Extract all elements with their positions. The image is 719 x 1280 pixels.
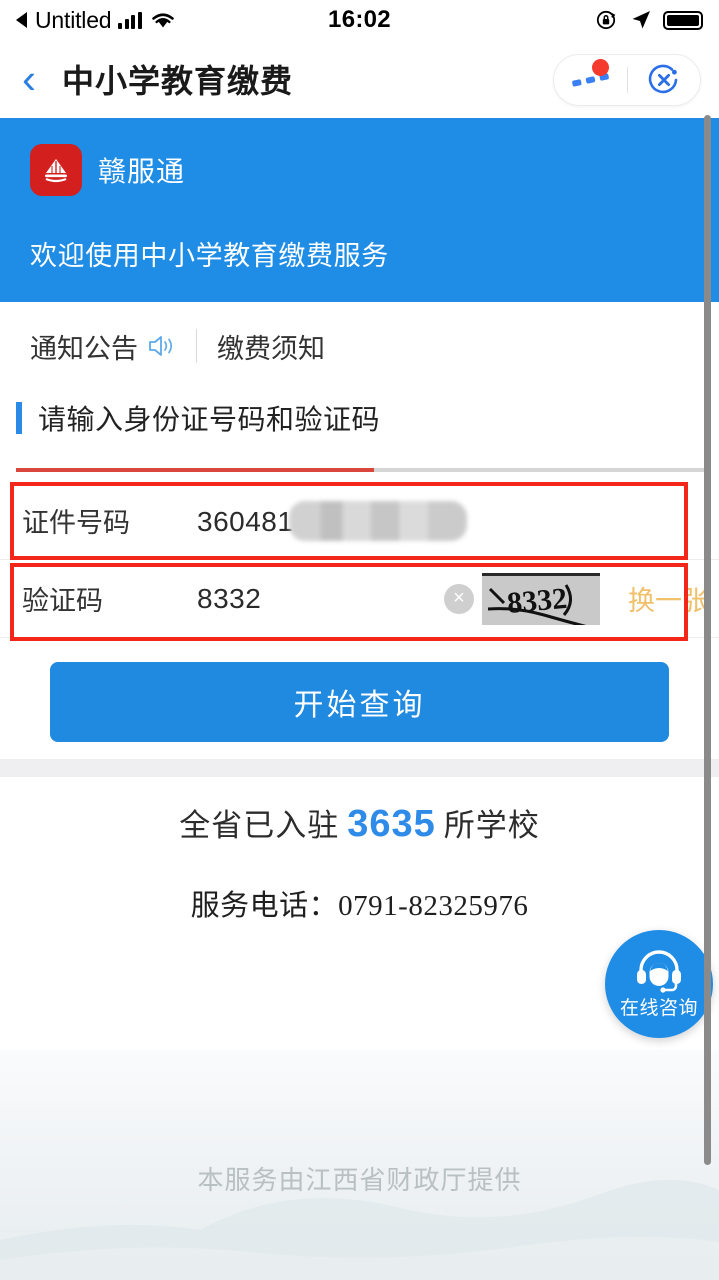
- welcome-banner: 赣服通 欢迎使用中小学教育缴费服务: [0, 118, 719, 302]
- refresh-captcha-link[interactable]: 换一张: [628, 579, 709, 618]
- id-number-value: 360481: [197, 505, 294, 537]
- id-number-row[interactable]: 证件号码 360481: [0, 482, 719, 560]
- ganfutong-logo-icon: [30, 144, 82, 196]
- status-bar-right: [595, 8, 703, 32]
- tab-payment-notice[interactable]: 缴费须知: [197, 327, 345, 366]
- speaker-announce-icon: [149, 336, 173, 356]
- tab-payment-notice-label: 缴费须知: [217, 333, 325, 364]
- school-count-suffix: 所学校: [443, 808, 540, 843]
- footer-text: 本服务由江西省财政厅提供: [197, 1165, 522, 1195]
- query-form: 证件号码 360481 验证码 8332 × 8332 换一张: [0, 482, 719, 638]
- title-accent-bar: [16, 402, 22, 434]
- tab-notice[interactable]: 通知公告: [10, 327, 196, 366]
- id-number-label: 证件号码: [22, 508, 130, 538]
- form-section-title-text: 请输入身份证号码和验证码: [38, 404, 381, 435]
- rotation-lock-icon: [596, 10, 616, 30]
- headset-agent-icon: [637, 949, 681, 993]
- captcha-label: 验证码: [22, 586, 103, 616]
- page-scrollbar[interactable]: [704, 115, 711, 1165]
- start-query-button[interactable]: 开始查询: [50, 662, 669, 742]
- page-title: 中小学教育缴费: [62, 63, 294, 99]
- nav-bar: ‹ 中小学教育缴费: [0, 40, 719, 118]
- footer-area: 本服务由江西省财政厅提供: [0, 1050, 719, 1280]
- submit-area: 开始查询: [0, 662, 719, 742]
- location-arrow-icon: [632, 11, 650, 29]
- tab-notice-label: 通知公告: [30, 333, 138, 364]
- form-section-title: 请输入身份证号码和验证码: [0, 398, 719, 438]
- online-consult-button[interactable]: 在线咨询: [605, 930, 713, 1038]
- captcha-row[interactable]: 验证码 8332 × 8332 换一张: [0, 560, 719, 638]
- school-count-prefix: 全省已入驻: [179, 808, 340, 843]
- battery-icon: [663, 10, 703, 30]
- section-rule: [16, 468, 704, 472]
- captcha-image[interactable]: 8332: [482, 573, 600, 625]
- close-miniprogram-button[interactable]: [628, 55, 701, 105]
- service-phone-line: 服务电话：0791-82325976: [190, 890, 529, 922]
- more-menu-button[interactable]: [554, 55, 627, 105]
- school-count-number: 3635: [347, 803, 436, 845]
- notification-badge: [592, 59, 609, 76]
- online-consult-label: 在线咨询: [619, 997, 698, 1019]
- brand-name: 赣服通: [98, 156, 186, 187]
- id-number-input[interactable]: 360481: [197, 500, 468, 541]
- app-root: Untitled 16:02 ‹ 中小学教育缴费 赣服通 欢迎使用中小学教育缴费…: [0, 0, 719, 1280]
- miniprogram-capsule: [553, 54, 701, 106]
- brand-row: 赣服通: [30, 144, 689, 196]
- close-target-icon: [648, 64, 678, 94]
- section-gap-band: [0, 759, 719, 777]
- welcome-text: 欢迎使用中小学教育缴费服务: [30, 241, 389, 271]
- mountain-watermark-icon: [0, 1179, 719, 1280]
- tab-bar: 通知公告 缴费须知: [0, 302, 719, 390]
- status-bar: Untitled 16:02: [0, 0, 719, 40]
- captcha-input[interactable]: 8332: [197, 583, 261, 615]
- stats-area: 全省已入驻 3635 所学校 服务电话：0791-82325976: [0, 800, 719, 924]
- clear-circle-icon[interactable]: ×: [444, 583, 474, 614]
- school-count-line: 全省已入驻 3635 所学校: [0, 800, 719, 846]
- back-chevron-icon[interactable]: ‹: [22, 58, 56, 100]
- redaction-mask: [289, 500, 468, 541]
